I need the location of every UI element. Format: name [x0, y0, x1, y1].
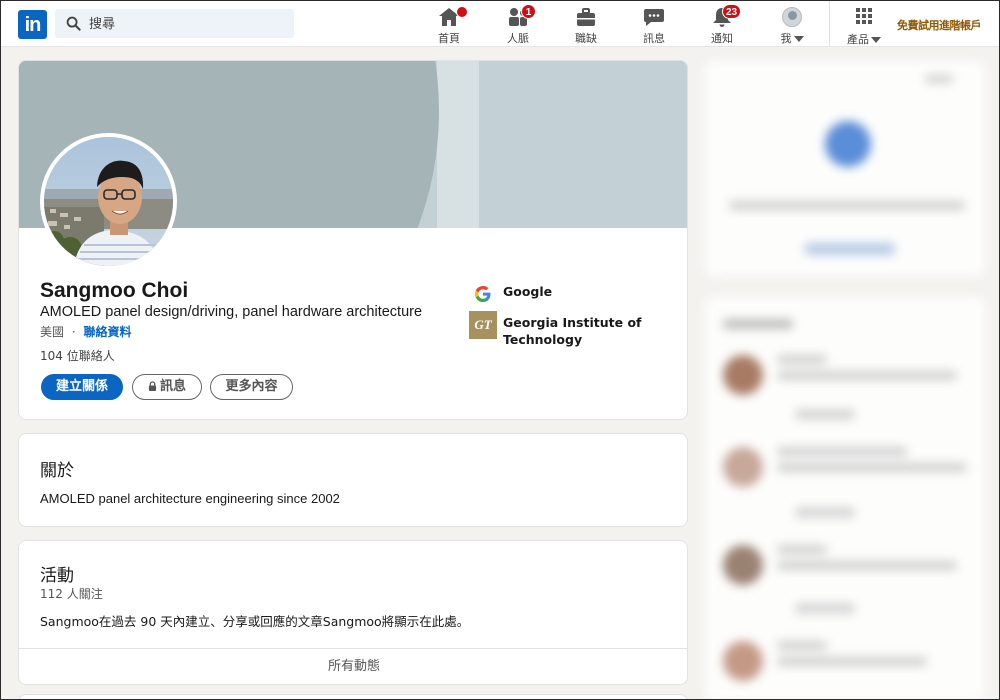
next-section-card [18, 694, 688, 699]
profile-location: 美國 [40, 325, 65, 339]
search-icon [66, 16, 81, 31]
google-logo-icon [469, 280, 497, 308]
follower-count: 112 人關注 [40, 587, 103, 601]
profile-headline: AMOLED panel design/driving, panel hardw… [40, 304, 423, 320]
nav-label-home: 首頁 [438, 32, 460, 45]
connect-button[interactable]: 建立關係 [41, 374, 123, 400]
search-box[interactable] [55, 9, 294, 38]
contact-info-link[interactable]: 聯絡資料 [84, 325, 132, 339]
experience-georgia-tech-line2: Technology [503, 332, 583, 347]
nav-item-network[interactable]: 1 人脈 [490, 4, 546, 45]
experience-georgia-tech-name: Georgia Institute of Technology [503, 314, 641, 348]
activity-card: 活動 112 人關注 Sangmoo在過去 90 天內建立、分享或回應的文章Sa… [18, 540, 688, 685]
experience-georgia-tech-line1: Georgia Institute of [503, 315, 642, 330]
briefcase-icon [577, 8, 595, 26]
nav-item-home[interactable]: 首頁 [421, 5, 477, 45]
blurred-content [697, 1, 999, 699]
network-badge: 1 [521, 4, 536, 19]
connection-count[interactable]: 104 位聯絡人 [40, 347, 115, 364]
message-button-label: 訊息 [159, 379, 186, 394]
more-button[interactable]: 更多內容 [210, 374, 293, 400]
nav-label-network: 人脈 [507, 32, 529, 45]
linkedin-logo[interactable]: in [18, 10, 47, 39]
right-sidebar-blurred [697, 1, 999, 699]
about-card: 關於 AMOLED panel architecture engineering… [18, 433, 688, 527]
lock-icon [148, 381, 157, 391]
activity-text: Sangmoo在過去 90 天內建立、分享或回應的文章Sangmoo將顯示在此處… [40, 614, 470, 629]
nav-item-messaging[interactable]: 訊息 [626, 5, 682, 45]
message-button[interactable]: 訊息 [132, 374, 202, 400]
search-input[interactable] [89, 9, 289, 38]
home-notification-dot [456, 6, 468, 18]
profile-photo[interactable] [40, 133, 177, 270]
about-text: AMOLED panel architecture engineering si… [40, 491, 340, 506]
separator-dot: · [71, 325, 76, 339]
georgia-tech-logo: GT [469, 311, 497, 339]
profile-card: Sangmoo Choi AMOLED panel design/driving… [18, 60, 688, 420]
nav-item-jobs[interactable]: 職缺 [558, 5, 614, 45]
about-title: 關於 [40, 461, 74, 481]
nav-label-jobs: 職缺 [575, 32, 597, 45]
profile-photo-image [44, 137, 173, 266]
chat-icon [644, 9, 664, 26]
experience-google-name: Google [503, 284, 553, 299]
browser-frame: in 首頁 1 人脈 [0, 0, 1000, 700]
profile-name: Sangmoo Choi [40, 279, 189, 302]
all-activity-link[interactable]: 所有動態 [19, 648, 687, 684]
activity-title: 活動 [40, 566, 74, 586]
nav-label-messaging: 訊息 [643, 32, 665, 45]
location-row: 美國 · 聯絡資料 [40, 323, 132, 340]
